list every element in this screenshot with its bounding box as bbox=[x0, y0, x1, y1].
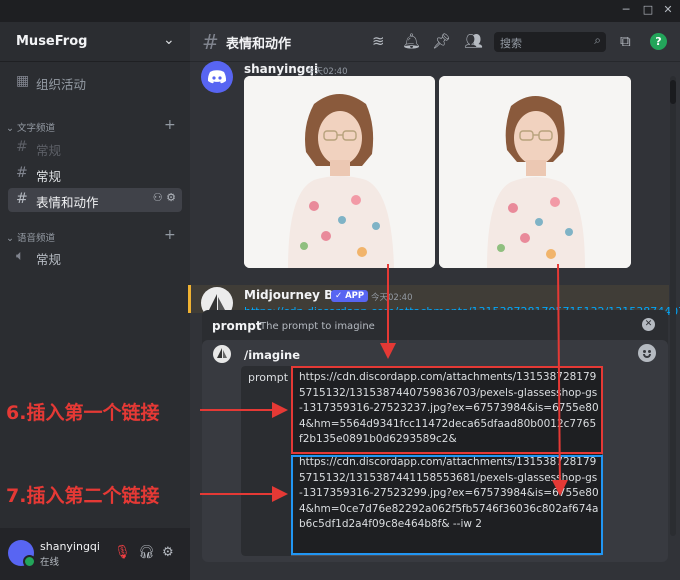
slash-command[interactable]: /imagine bbox=[244, 348, 300, 362]
channel-sidebar: MuseFrog ⌄ ▦ 组织活动 ⌄ 文字频道 + # 常规 # 常规 # 表… bbox=[0, 22, 190, 528]
channel-label: 常规 bbox=[36, 143, 62, 158]
search-input[interactable]: 搜索 ⌕ bbox=[494, 32, 606, 52]
portrait-photo bbox=[244, 76, 435, 268]
close-window-button[interactable]: ✕ bbox=[660, 3, 676, 16]
hash-icon: # bbox=[16, 165, 28, 181]
annotation-step-6: 6.插入第一个链接 bbox=[6, 402, 160, 424]
voice-channel-general[interactable]: 🔈︎ 常规 bbox=[8, 245, 182, 269]
server-name: MuseFrog bbox=[16, 34, 88, 49]
maximize-button[interactable]: □ bbox=[640, 3, 656, 16]
user-panel: shanyingqi 在线 🎙︎ 🎧︎ ⚙ bbox=[0, 528, 190, 580]
option-name: prompt bbox=[212, 319, 262, 333]
pin-icon[interactable]: 📌︎ bbox=[432, 32, 451, 50]
channel-item-general[interactable]: # 常规 bbox=[8, 162, 182, 186]
server-header[interactable]: MuseFrog ⌄ bbox=[0, 22, 190, 62]
portrait-photo bbox=[439, 76, 631, 268]
channel-title: 表情和动作 bbox=[226, 37, 292, 52]
avatar[interactable] bbox=[8, 540, 36, 568]
text-channels-category[interactable]: ⌄ 文字频道 bbox=[6, 120, 55, 134]
discord-logo-icon bbox=[207, 70, 227, 84]
attachment-image-1[interactable] bbox=[244, 76, 435, 268]
bell-icon[interactable]: 🔔︎ bbox=[402, 32, 421, 50]
scrollbar-thumb[interactable] bbox=[670, 80, 676, 104]
midjourney-app-icon bbox=[213, 345, 231, 363]
emoji-picker-icon[interactable] bbox=[638, 344, 656, 362]
add-text-channel-icon[interactable]: + bbox=[164, 117, 176, 133]
sidebar-item-activity[interactable]: ▦ 组织活动 bbox=[8, 70, 182, 94]
headphones-icon[interactable]: 🎧︎ bbox=[138, 545, 155, 560]
members-icon[interactable]: 👥︎ bbox=[464, 32, 483, 50]
speaker-icon: 🔈︎ bbox=[16, 248, 25, 264]
inbox-icon[interactable]: ⧉ bbox=[620, 32, 631, 50]
hash-icon: # bbox=[16, 191, 28, 207]
mention-bar bbox=[188, 285, 191, 313]
minimize-button[interactable]: ─ bbox=[618, 3, 634, 16]
avatar[interactable] bbox=[201, 61, 233, 93]
add-voice-channel-icon[interactable]: + bbox=[164, 227, 176, 243]
sidebar-item-label: 组织活动 bbox=[36, 77, 87, 92]
calendar-icon: ▦ bbox=[16, 73, 30, 89]
channel-label: 常规 bbox=[36, 169, 62, 184]
help-icon[interactable]: ? bbox=[650, 33, 667, 50]
category-label: 文字频道 bbox=[16, 123, 55, 134]
username: shanyingqi bbox=[40, 540, 100, 553]
close-icon[interactable]: ✕ bbox=[642, 318, 655, 331]
settings-gear-icon[interactable]: ⚙ bbox=[162, 545, 174, 560]
prompt-param-label: prompt bbox=[241, 366, 291, 556]
category-label: 语音频道 bbox=[16, 233, 55, 244]
search-placeholder: 搜索 bbox=[500, 37, 522, 50]
channel-header: # 表情和动作 ≋ 🔔︎ 📌︎ 👥︎ 搜索 ⌕ ⧉ ? bbox=[190, 22, 680, 62]
channel-label: 常规 bbox=[36, 252, 62, 267]
channel-settings-icons[interactable]: ⚇ ⚙ bbox=[153, 191, 176, 204]
channel-item-general-muted[interactable]: # 常规 bbox=[8, 136, 182, 160]
threads-icon[interactable]: ≋ bbox=[372, 32, 385, 50]
app-badge: ✓ APP bbox=[331, 290, 369, 302]
voice-channels-category[interactable]: ⌄ 语音频道 bbox=[6, 230, 55, 244]
hash-icon: # bbox=[16, 139, 28, 155]
highlight-box-red bbox=[291, 366, 603, 454]
highlight-box-blue bbox=[291, 455, 603, 555]
channel-item-emotes[interactable]: # 表情和动作 ⚇ ⚙ bbox=[8, 188, 182, 212]
title-bar: ─ □ ✕ bbox=[0, 0, 680, 22]
search-icon: ⌕ bbox=[594, 33, 601, 47]
option-description: The prompt to imagine bbox=[260, 321, 375, 332]
message-timestamp: 今天02:40 bbox=[371, 293, 413, 303]
hash-icon: # bbox=[202, 30, 219, 54]
sailboat-icon bbox=[217, 348, 227, 358]
user-status: 在线 bbox=[40, 557, 60, 568]
chevron-down-icon[interactable]: ⌄ bbox=[163, 32, 175, 48]
param-name: prompt bbox=[248, 371, 289, 384]
channel-label: 表情和动作 bbox=[36, 195, 99, 210]
attachment-image-2[interactable] bbox=[439, 76, 631, 268]
annotation-step-7: 7.插入第二个链接 bbox=[6, 485, 160, 507]
scrollbar-track[interactable] bbox=[670, 76, 676, 536]
mute-mic-icon[interactable]: 🎙︎ bbox=[114, 545, 131, 560]
